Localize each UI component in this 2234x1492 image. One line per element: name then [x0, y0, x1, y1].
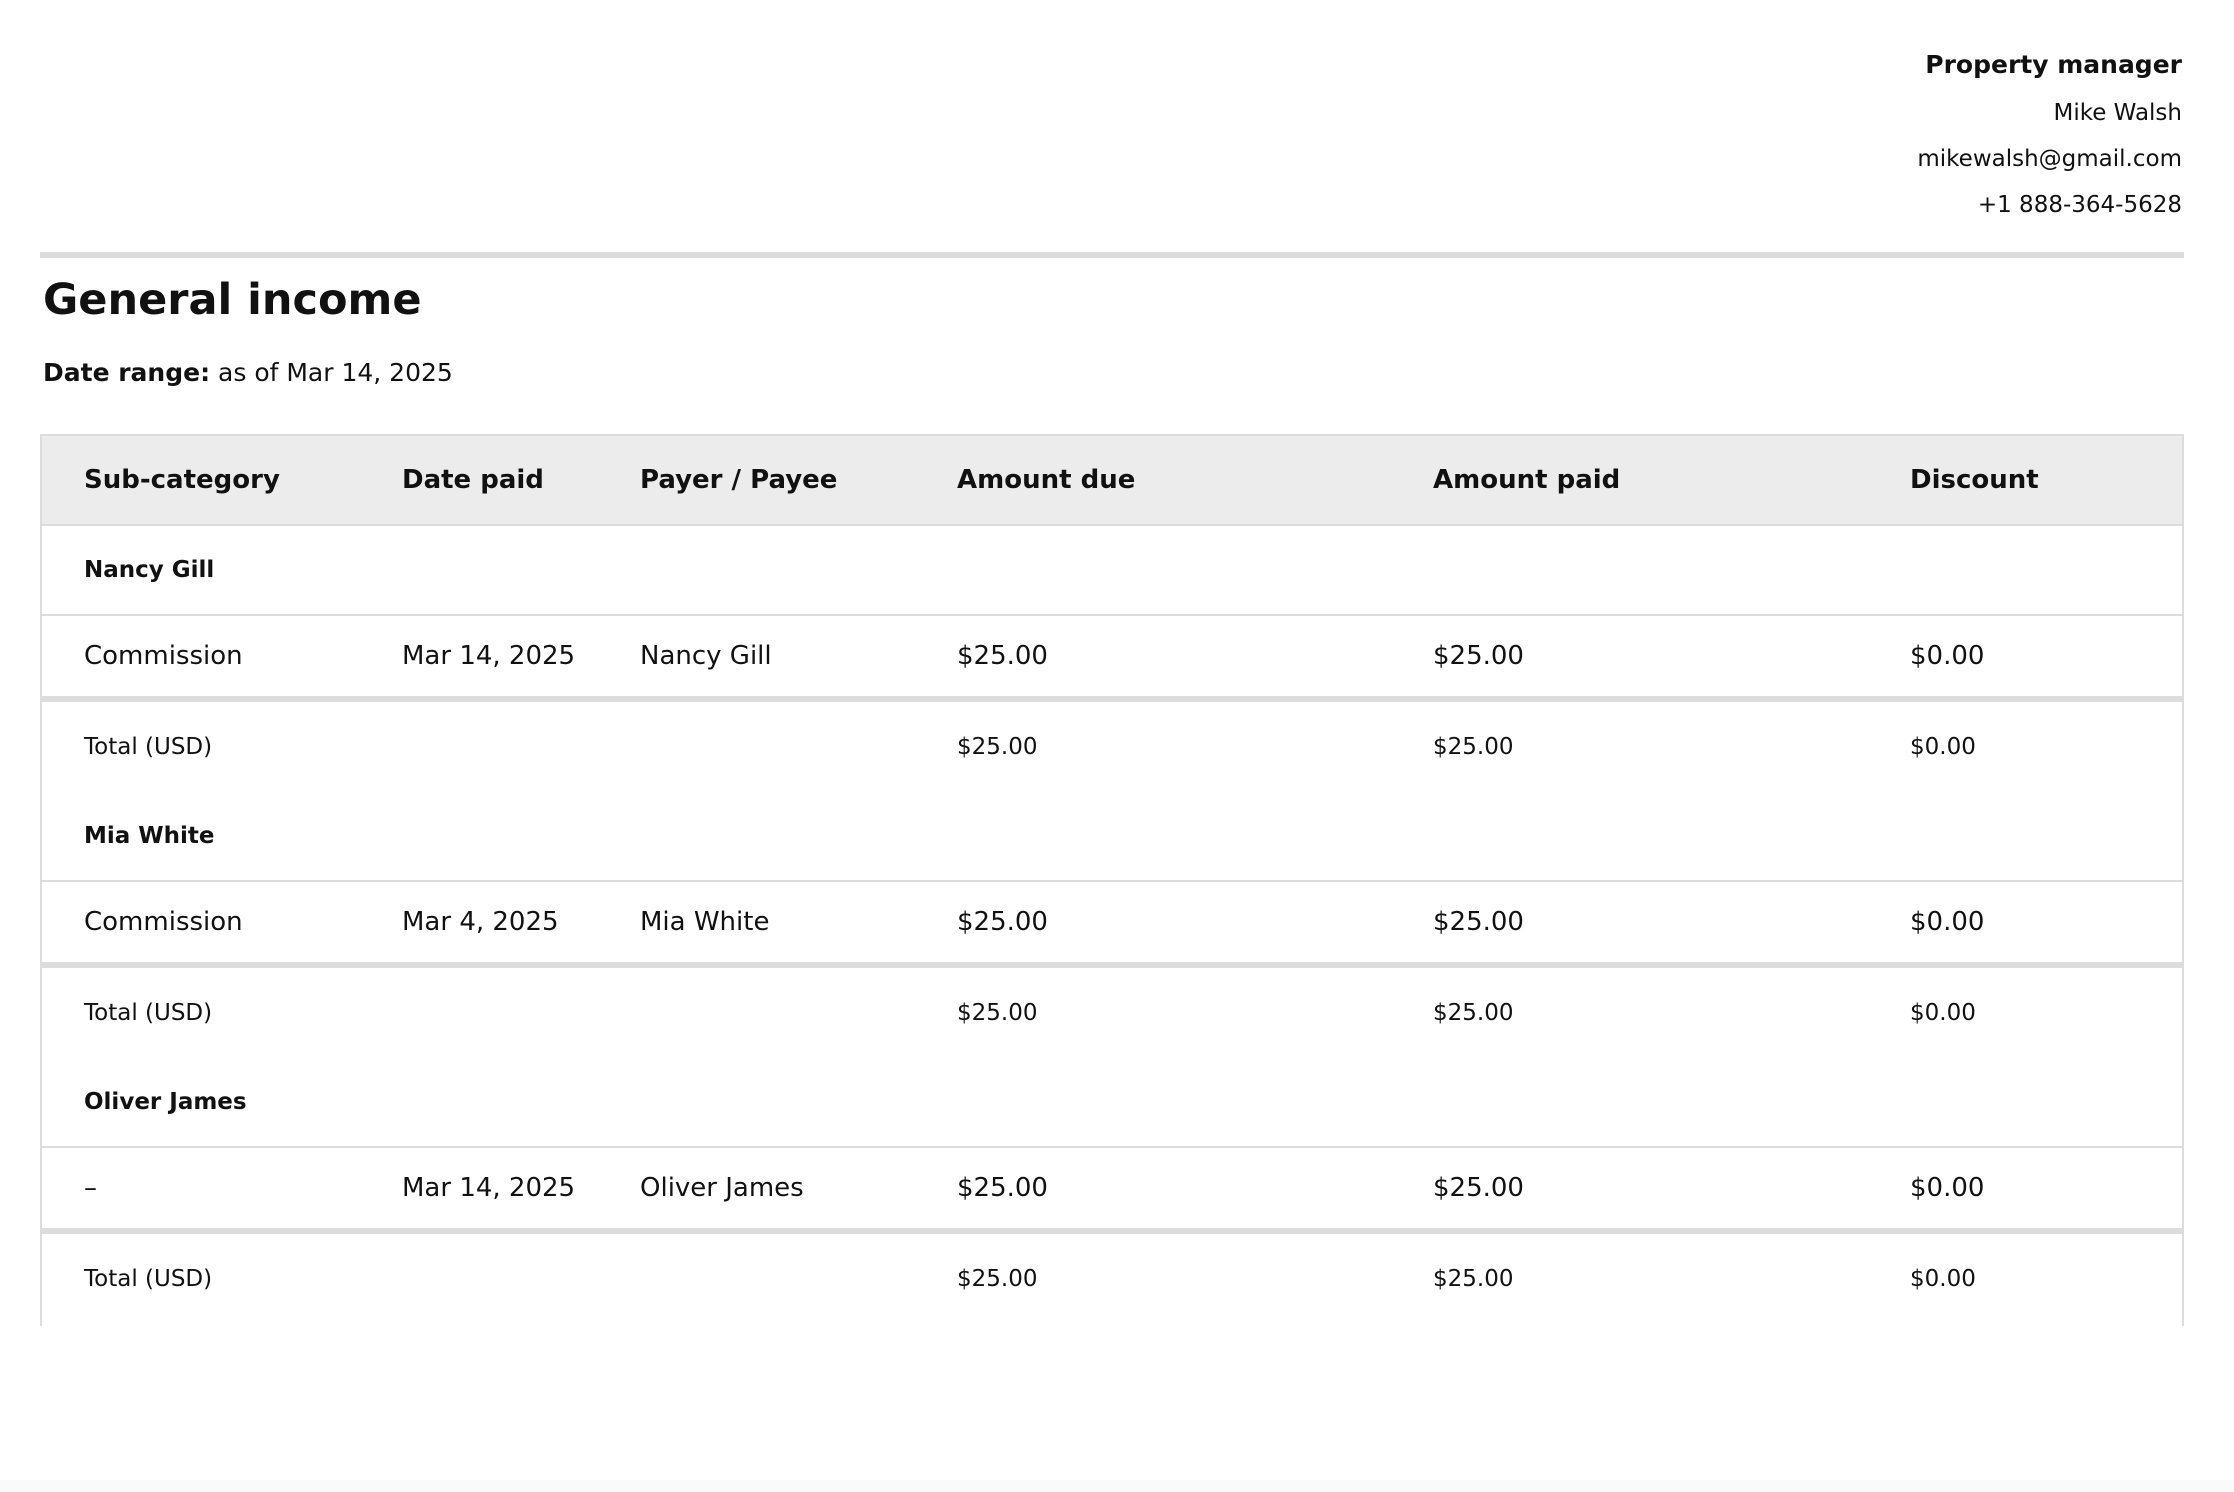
manager-label: Property manager [1925, 50, 2182, 79]
column-header-amount-paid: Amount paid [1433, 465, 1621, 495]
total-label: Total (USD) [84, 1266, 213, 1292]
cell-payer-payee: Mia White [640, 907, 770, 937]
table-row: Commission Mar 14, 2025 Nancy Gill $25.0… [42, 616, 2182, 702]
date-range-value: as of Mar 14, 2025 [218, 358, 453, 387]
column-header-sub-category: Sub-category [84, 465, 280, 495]
total-discount: $0.00 [1910, 734, 1976, 760]
table-row: – Mar 14, 2025 Oliver James $25.00 $25.0… [42, 1148, 2182, 1234]
total-amount-paid: $25.00 [1433, 1000, 1514, 1026]
cell-date-paid: Mar 14, 2025 [402, 1173, 576, 1203]
cell-amount-due: $25.00 [957, 1173, 1048, 1203]
total-discount: $0.00 [1910, 1000, 1976, 1026]
cell-sub-category: Commission [84, 907, 243, 937]
page-title: General income [43, 275, 422, 325]
manager-email: mikewalsh@gmail.com [1917, 146, 2182, 172]
page-bottom-strip [0, 1480, 2234, 1492]
cell-date-paid: Mar 4, 2025 [402, 907, 559, 937]
table-row: Commission Mar 4, 2025 Mia White $25.00 … [42, 882, 2182, 968]
total-amount-due: $25.00 [957, 1000, 1038, 1026]
income-table: Sub-category Date paid Payer / Payee Amo… [40, 434, 2184, 1326]
total-amount-due: $25.00 [957, 734, 1038, 760]
total-label: Total (USD) [84, 1000, 213, 1026]
cell-amount-paid: $25.00 [1433, 1173, 1524, 1203]
column-header-discount: Discount [1910, 465, 2039, 495]
total-discount: $0.00 [1910, 1266, 1976, 1292]
column-header-date-paid: Date paid [402, 465, 544, 495]
cell-payer-payee: Oliver James [640, 1173, 804, 1203]
total-amount-due: $25.00 [957, 1266, 1038, 1292]
date-range-label: Date range: [43, 358, 211, 387]
cell-amount-due: $25.00 [957, 641, 1048, 671]
cell-sub-category: Commission [84, 641, 243, 671]
total-amount-paid: $25.00 [1433, 734, 1514, 760]
total-row: Total (USD) $25.00 $25.00 $0.00 [42, 1234, 2182, 1324]
cell-date-paid: Mar 14, 2025 [402, 641, 576, 671]
cell-payer-payee: Nancy Gill [640, 641, 772, 671]
manager-phone: +1 888-364-5628 [1977, 192, 2182, 218]
manager-name: Mike Walsh [2053, 100, 2182, 126]
group-name: Nancy Gill [84, 557, 215, 583]
report-page: Property manager Mike Walsh mikewalsh@gm… [40, 0, 2184, 1326]
date-range: Date range: as of Mar 14, 2025 [43, 356, 453, 390]
total-amount-paid: $25.00 [1433, 1266, 1514, 1292]
cell-discount: $0.00 [1910, 1173, 1985, 1203]
column-header-amount-due: Amount due [957, 465, 1136, 495]
group-name: Mia White [84, 823, 215, 849]
total-label: Total (USD) [84, 734, 213, 760]
group-header-row: Mia White [42, 792, 2182, 882]
header-divider [40, 252, 2184, 258]
property-manager-block: Property manager Mike Walsh mikewalsh@gm… [40, 0, 2184, 220]
total-row: Total (USD) $25.00 $25.00 $0.00 [42, 968, 2182, 1058]
cell-discount: $0.00 [1910, 641, 1985, 671]
cell-amount-paid: $25.00 [1433, 907, 1524, 937]
table-header-row: Sub-category Date paid Payer / Payee Amo… [42, 436, 2182, 526]
group-header-row: Nancy Gill [42, 526, 2182, 616]
cell-amount-due: $25.00 [957, 907, 1048, 937]
column-header-payer-payee: Payer / Payee [640, 465, 838, 495]
group-header-row: Oliver James [42, 1058, 2182, 1148]
cell-discount: $0.00 [1910, 907, 1985, 937]
total-row: Total (USD) $25.00 $25.00 $0.00 [42, 702, 2182, 792]
group-name: Oliver James [84, 1089, 247, 1115]
cell-amount-paid: $25.00 [1433, 641, 1524, 671]
cell-sub-category: – [84, 1173, 97, 1203]
